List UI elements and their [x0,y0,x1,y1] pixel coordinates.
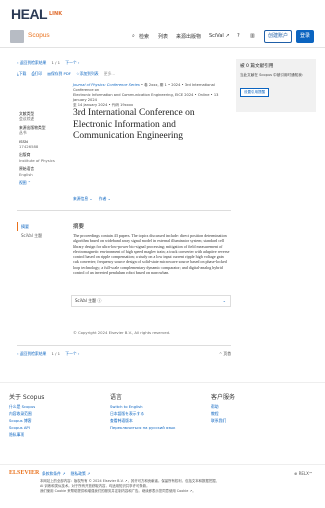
view-more-link[interactable]: 视图 ⌃ [19,180,64,185]
cited-by-panel: 被 0 篇文献引用 当此文献在 Scopus 中被引用时通知我： 设置引用提醒 [236,59,316,112]
cited-by-text: 当此文献在 Scopus 中被引用时通知我： [240,73,306,77]
terms-link[interactable]: 条款和条件 ↗ [42,471,65,476]
sources-dropdown[interactable]: 来源信息 ⌄ [73,196,93,201]
footer-policy-links: 条款和条件 ↗ 隐私政策 ↗ [42,471,90,477]
result-position-bottom: 1 / 1 [51,351,61,356]
footer-language-link[interactable]: Переключиться на русский язык [110,425,175,430]
document-metadata: 文献类型 会议综述 来源出版物类型 丛书 ISSN 17426588 出版商 I… [19,111,64,185]
nav-scival-topic[interactable]: SciVal 主题 [17,231,57,240]
footer-service-link[interactable]: 帮助 [211,404,219,410]
footer-service-heading: 客户服务 [211,394,236,401]
institution-icon[interactable]: ▥ [250,33,255,39]
source-line-2: Electronic Information and Communication… [73,93,219,102]
privacy-link[interactable]: 隐私政策 ↗ [71,471,91,476]
legal-text: 本网站上的全部内容：版权所有 © 2024 Elsevier B.V. ↗，其许… [40,479,240,494]
footer-divider [0,382,325,383]
footer-language-link[interactable]: 日本語版を表示する [110,411,144,417]
search-icon[interactable]: ⌕ [132,33,135,39]
abstract-heading: 摘要 [73,224,85,230]
result-position: 1 / 1 [51,60,61,65]
nav-lists[interactable]: 列表 [158,33,168,40]
source-author-menu: 来源信息 ⌄ 作者 ⌄ [73,196,111,202]
language-value: English [19,171,33,177]
create-account-button[interactable]: 创建账户 [264,30,293,43]
publisher-value: Institute of Physics [19,157,55,163]
footer-divider [0,464,325,465]
back-to-top-link[interactable]: ^ 页首 [219,351,231,357]
save-pdf-button[interactable]: 保存到 PDF [51,71,71,76]
scival-topic-panel[interactable]: SciVal 主题 ⓘ ⌄ [71,295,231,307]
back-to-results-link[interactable]: ‹ 返回到检索结果 [17,60,46,65]
footer-service-link[interactable]: 教程 [211,411,219,417]
scival-topic-label: SciVal 主题 ⓘ [75,298,102,303]
set-citation-alert-button[interactable]: 设置引用提醒 [240,88,269,97]
copyright-text: © Copyright 2024 Elsevier B.V., All righ… [73,330,171,335]
issn-value: 17426588 [19,144,39,150]
print-button[interactable]: 打印 [35,71,43,76]
heal-link-logo: HEAL LINK [11,7,63,22]
footer-about-heading: 关于 Scopus [9,394,45,401]
add-to-list-button[interactable]: 添加到列表 [80,71,99,76]
back-to-results-link-bottom[interactable]: ‹ 返回到检索结果 [17,351,46,356]
result-navigation: ‹ 返回到检索结果 1 / 1 下一个 › [17,60,79,66]
source-line-3: 至 14 January 2024 • 代码 19xxxx [73,103,134,107]
document-title: 3rd International Conference on Electron… [73,108,195,141]
next-result-link[interactable]: 下一个 › [65,60,79,65]
scopus-logo-text[interactable]: Scopus [28,32,50,39]
brand-sub: LINK [49,11,63,17]
authors-dropdown[interactable]: 作者 ⌄ [99,196,111,201]
legal-line-3: 我们使用 Cookie 来帮助提供和增强我们的服务并定制内容和广告。继续即表示您… [40,489,196,493]
nav-search[interactable]: 检索 [139,33,149,40]
scopus-logo-icon[interactable] [10,30,24,43]
help-icon[interactable]: ? [237,33,240,39]
footer-about-link[interactable]: 隐私事项 [9,432,24,438]
footer-about-link[interactable]: Scopus API [9,425,30,430]
source-type-value: 丛书 [19,130,27,136]
next-result-link-bottom[interactable]: 下一个 › [65,351,79,356]
journal-link[interactable]: Journal of Physics: Conference Series [73,83,140,87]
nav-scival[interactable]: SciVal ↗ [209,33,230,39]
nav-sources[interactable]: 来源出版物 [176,33,201,40]
doc-type-value: 会议综述 [19,116,35,122]
footer-language-heading: 语言 [110,394,123,401]
footer-service-link[interactable]: 联系我们 [211,418,226,424]
source-info: Journal of Physics: Conference Series • … [73,83,233,108]
chevron-down-icon[interactable]: ⌄ [223,296,226,306]
footer-about-link[interactable]: 内容收录范围 [9,411,32,417]
section-nav: 摘要 SciVal 主题 [17,222,57,240]
login-button[interactable]: 登录 [296,30,315,43]
more-button[interactable]: 更多... [104,71,115,76]
relx-logo[interactable]: ⊕ RELX™ [294,471,313,476]
divider [17,210,231,211]
footer-about-link[interactable]: Scopus 博客 [9,418,31,424]
abstract-section: 摘要 The proceedings contain 43 papers. Th… [73,222,230,275]
download-button[interactable]: 下载 [19,71,27,76]
cited-by-title: 被 0 篇文献引用 [240,64,274,69]
nav-abstract[interactable]: 摘要 [17,222,57,231]
abstract-text: The proceedings contain 43 papers. The t… [73,233,230,276]
footer-language-link[interactable]: Switch to English [110,404,143,409]
footer-language-link[interactable]: 查看韩语版本 [110,418,133,424]
footer-about-link[interactable]: 什么是 Scopus [9,404,35,410]
elsevier-logo[interactable]: ELSEVIER [9,470,39,476]
document-toolbar: ⤓下载 ⎙打印 ▤保存到 PDF ☆添加到列表 更多... [17,71,115,77]
divider [17,345,231,346]
top-navigation: Scopus ⌕ 检索 列表 来源出版物 SciVal ↗ ? ▥ 创建账户 登… [0,26,325,48]
bottom-navigation: ‹ 返回到检索结果 1 / 1 下一个 › ^ 页首 [17,351,231,357]
